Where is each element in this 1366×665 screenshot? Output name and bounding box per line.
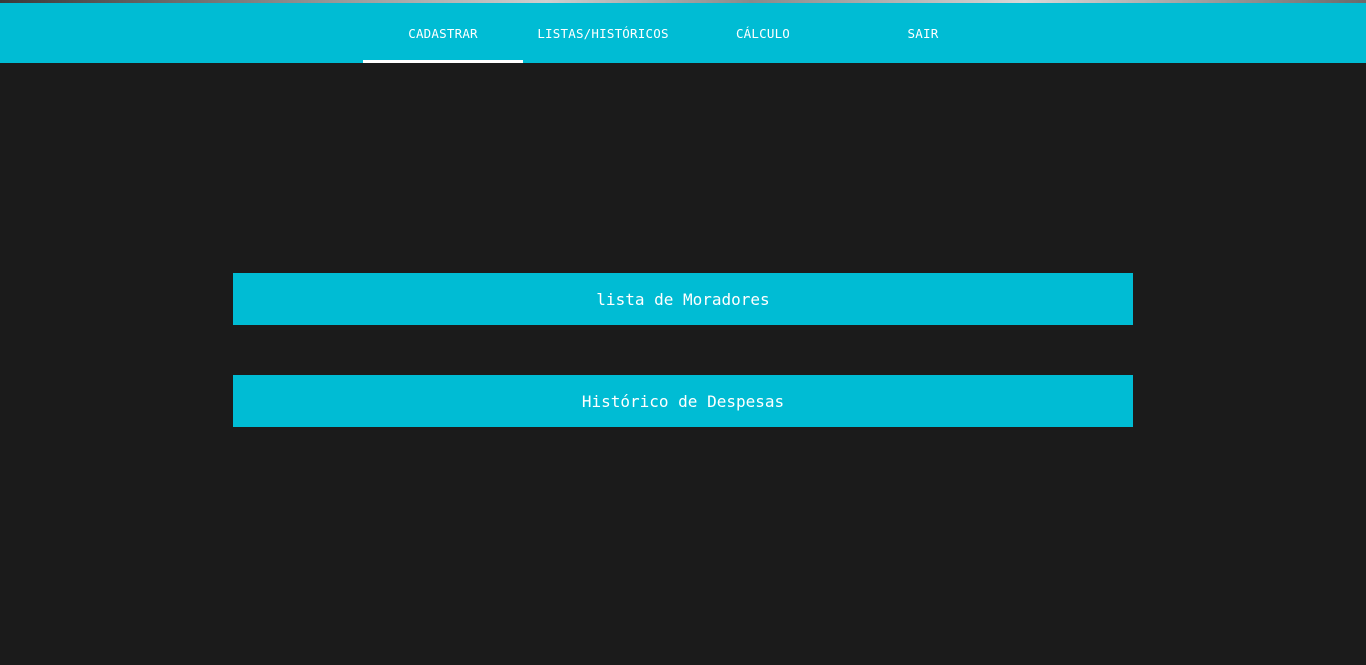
lista-moradores-button-label: lista de Moradores	[596, 289, 770, 309]
tab-calculo-label: CÁLCULO	[735, 25, 791, 41]
tab-cadastrar[interactable]: CADASTRAR	[363, 3, 523, 63]
top-navigation-bar: CADASTRAR LISTAS/HISTÓRICOS CÁLCULO SAIR	[0, 3, 1366, 63]
historico-despesas-button[interactable]: Histórico de Despesas	[233, 375, 1133, 427]
tab-cadastrar-label: CADASTRAR	[408, 25, 478, 41]
tab-calculo[interactable]: CÁLCULO	[683, 3, 843, 63]
historico-despesas-button-label: Histórico de Despesas	[581, 391, 785, 411]
tab-listas-historicos-label: LISTAS/HISTÓRICOS	[537, 25, 669, 41]
tab-sair[interactable]: SAIR	[843, 3, 1003, 63]
tab-listas-historicos[interactable]: LISTAS/HISTÓRICOS	[523, 3, 683, 63]
active-tab-indicator	[363, 60, 523, 63]
lista-moradores-button[interactable]: lista de Moradores	[233, 273, 1133, 325]
tab-sair-label: SAIR	[907, 25, 939, 41]
